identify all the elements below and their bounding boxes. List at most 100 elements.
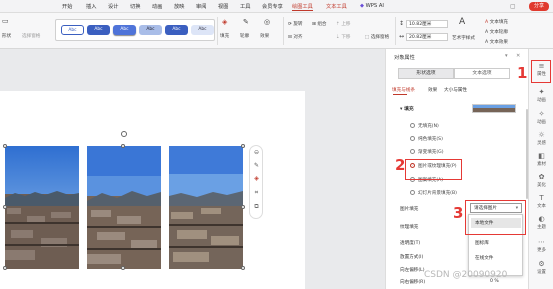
style-swatch[interactable]: Abc bbox=[191, 25, 214, 35]
resize-handle[interactable] bbox=[3, 266, 7, 270]
menu-animation[interactable]: 动画 bbox=[152, 3, 162, 10]
radio-slide-background-fill[interactable]: 幻灯片背景填充(B) bbox=[410, 190, 457, 196]
text-outline-button[interactable]: A 文本轮廓 bbox=[485, 29, 508, 35]
menu-text-tools[interactable]: 文本工具 bbox=[326, 3, 347, 10]
divider bbox=[217, 17, 218, 45]
group-button[interactable]: ⊞ 组合 bbox=[312, 21, 327, 27]
sidebar-item-beautify[interactable]: ✿ 美化 bbox=[529, 173, 553, 189]
fill-preview[interactable] bbox=[472, 104, 516, 113]
shape-icon[interactable]: ▭ bbox=[2, 17, 9, 25]
menu-slideshow[interactable]: 放映 bbox=[174, 3, 184, 10]
style-swatch[interactable]: Abc bbox=[113, 25, 136, 35]
dropdown-item-online-file[interactable]: 在线文件 bbox=[475, 255, 493, 261]
menu-wps-ai[interactable]: ◆ WPS AI bbox=[360, 3, 384, 9]
align-button[interactable]: ⊟ 对齐 bbox=[288, 34, 303, 40]
panel-menu-icon[interactable]: ▾ bbox=[505, 53, 508, 59]
height-input[interactable]: 10.82厘米 bbox=[406, 20, 448, 28]
right-sidebar: ≡ 属性 ✦ 动画 ✧ 动画 ☼ 灵感 ◧ 素材 ✿ 美化 T 文本 ◐ 主题 ⋯ 更多 ⚙ 设置 bbox=[528, 49, 553, 289]
layers-icon[interactable]: ⧉ bbox=[253, 203, 260, 210]
menu-tools[interactable]: 工具 bbox=[240, 3, 250, 10]
photo-panel-left[interactable] bbox=[5, 146, 79, 269]
sidebar-item-material[interactable]: ◧ 素材 bbox=[529, 153, 553, 168]
city-photo-image bbox=[169, 146, 243, 269]
fill-icon[interactable]: ◈ bbox=[253, 175, 260, 182]
resize-handle[interactable] bbox=[3, 205, 7, 209]
selection-button[interactable]: ⬚ 选择窗格 bbox=[365, 34, 389, 40]
photo-panel-right[interactable] bbox=[169, 146, 243, 269]
menu-drawing-tools[interactable]: 绘图工具 bbox=[292, 3, 313, 11]
comment-icon[interactable]: ▢ bbox=[510, 3, 516, 10]
subtab-fill-line[interactable]: 填充与线条 bbox=[392, 87, 415, 93]
divider bbox=[395, 17, 396, 45]
resize-handle[interactable] bbox=[3, 144, 7, 148]
width-input[interactable]: 20.82厘米 bbox=[406, 33, 448, 41]
rotate-button[interactable]: ⟳ 旋转 bbox=[288, 21, 303, 27]
art-text-style-button[interactable]: 艺术字样式 bbox=[452, 35, 475, 41]
tab-shape-options[interactable]: 形状选项 bbox=[398, 68, 454, 79]
radio-solid-fill[interactable]: 纯色填充(S) bbox=[410, 136, 443, 142]
pen-icon[interactable]: ✎ bbox=[253, 162, 260, 169]
art-text-icon[interactable]: A bbox=[459, 17, 465, 27]
tile-mode-label: 放置方式(I) bbox=[400, 255, 424, 260]
resize-handle[interactable] bbox=[241, 205, 245, 209]
sidebar-item-settings[interactable]: ⚙ 设置 bbox=[529, 261, 553, 276]
subtab-size-properties[interactable]: 大小与属性 bbox=[444, 87, 467, 93]
menu-home[interactable]: 开始 bbox=[62, 3, 72, 10]
menu-transitions[interactable]: 切换 bbox=[130, 3, 140, 10]
city-photo-image bbox=[87, 146, 161, 269]
photo-panel-middle[interactable] bbox=[87, 146, 161, 269]
menu-insert[interactable]: 插入 bbox=[86, 3, 96, 10]
text-effect-button[interactable]: A 文本效果 bbox=[485, 39, 508, 45]
menu-view[interactable]: 视图 bbox=[218, 3, 228, 10]
selection-pane-button[interactable]: 选择窗格 bbox=[22, 33, 40, 39]
resize-handle[interactable] bbox=[241, 144, 245, 148]
style-swatch[interactable]: Abc bbox=[61, 25, 84, 35]
radio-gradient-fill[interactable]: 渐变填充(G) bbox=[410, 149, 444, 155]
panel-title: 对象属性 bbox=[394, 55, 415, 61]
move-down-button[interactable]: ⇣ 下移 bbox=[336, 34, 351, 40]
menu-member[interactable]: 会员专享 bbox=[262, 3, 283, 10]
tab-text-options[interactable]: 文本选项 bbox=[454, 68, 510, 79]
resize-handle[interactable] bbox=[241, 266, 245, 270]
fill-section-title[interactable]: ▾ 填充 bbox=[400, 105, 414, 112]
move-up-button[interactable]: ⇡ 上移 bbox=[336, 21, 351, 27]
menu-design[interactable]: 设计 bbox=[108, 3, 118, 10]
effect-button[interactable]: 效果 bbox=[260, 33, 269, 39]
style-swatch[interactable]: Abc bbox=[139, 25, 162, 35]
radio-no-fill[interactable]: 无填充(N) bbox=[410, 123, 439, 129]
sidebar-item-inspiration[interactable]: ☼ 灵感 bbox=[529, 132, 553, 147]
sidebar-item-text[interactable]: T 文本 bbox=[529, 195, 553, 210]
outline-button[interactable]: 轮廓 bbox=[240, 33, 249, 39]
effect-icon[interactable]: ◎ bbox=[264, 18, 270, 26]
share-button[interactable]: 分享 bbox=[529, 2, 549, 11]
fill-icon[interactable]: ◈ bbox=[222, 18, 227, 26]
resize-handle[interactable] bbox=[121, 144, 125, 148]
dropdown-item-icon-library[interactable]: 图标库 bbox=[475, 240, 489, 246]
rotate-handle[interactable] bbox=[121, 131, 127, 137]
sidebar-item-animation[interactable]: ✦ 动画 bbox=[529, 89, 553, 104]
sidebar-item-more[interactable]: ⋯ 更多 bbox=[529, 239, 553, 254]
annotation-box-picture-fill bbox=[405, 159, 462, 180]
annotation-box-properties bbox=[531, 60, 551, 83]
texture-fill-label: 纹理填充 bbox=[400, 225, 419, 230]
close-icon[interactable]: ✕ bbox=[516, 53, 520, 59]
sidebar-item-theme[interactable]: ◐ 主题 bbox=[529, 216, 553, 231]
style-swatch[interactable]: Abc bbox=[165, 25, 188, 35]
radio-icon bbox=[410, 123, 415, 128]
menu-review[interactable]: 审阅 bbox=[196, 3, 206, 10]
fill-button[interactable]: 填充 bbox=[220, 33, 229, 39]
subtab-effects[interactable]: 效果 bbox=[428, 87, 437, 93]
text-fill-button[interactable]: A 文本填充 bbox=[485, 19, 508, 25]
resize-handle[interactable] bbox=[121, 266, 125, 270]
sidebar-item-animation-2[interactable]: ✧ 动画 bbox=[529, 111, 553, 126]
crop-icon[interactable]: ⌗ bbox=[253, 189, 260, 196]
picture-fill-label: 图片填充 bbox=[400, 207, 419, 212]
style-swatch[interactable]: Abc bbox=[87, 25, 110, 35]
outline-icon[interactable]: ✎ bbox=[243, 18, 249, 26]
annotation-label-2: 2 bbox=[395, 156, 406, 174]
annotation-label-1: 1 bbox=[517, 64, 528, 82]
beautify-icon: ✿ bbox=[538, 173, 545, 181]
shape-button[interactable]: 形状 bbox=[2, 33, 11, 39]
floating-toolbar: ⊖ ✎ ◈ ⌗ ⧉ bbox=[249, 145, 263, 219]
minus-icon[interactable]: ⊖ bbox=[253, 149, 260, 156]
